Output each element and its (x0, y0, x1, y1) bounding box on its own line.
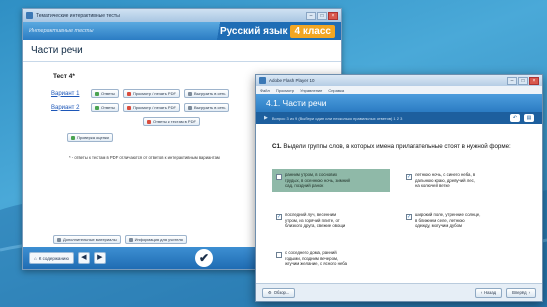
menu-control[interactable]: Управление (300, 88, 322, 93)
checkbox[interactable]: ✓ (406, 214, 412, 220)
export-icon (187, 105, 192, 110)
app-icon (26, 12, 33, 19)
app-banner: Интерактивные тесты Русский язык 4 класс (23, 22, 341, 40)
option-text: широкий поле, утренние солнце, в ближнем… (415, 212, 481, 229)
menu-help[interactable]: Справка (328, 88, 344, 93)
export-icon (187, 91, 192, 96)
title-bar: Тематические интерактивные тесты – □ × (23, 9, 341, 22)
window-title: Тематические интерактивные тесты (36, 12, 120, 19)
checkbox[interactable] (276, 174, 282, 180)
pdf-icon (126, 91, 131, 96)
chevron-left-icon: ‹ (480, 290, 483, 295)
option-text: последний луч, весенним утром, из горячи… (285, 212, 346, 229)
menu-view[interactable]: Просмотр (276, 88, 294, 93)
info-icon (128, 237, 133, 242)
close-button[interactable]: × (328, 11, 338, 20)
app-icon (259, 77, 266, 84)
folder-icon (57, 237, 61, 242)
menu-bar: Файл Просмотр Управление Справка (256, 86, 542, 94)
home-icon: ⌂ (34, 255, 37, 261)
option-text: летнюю ночь, с синего неба, в дальнюю кр… (415, 172, 476, 189)
maximize-button[interactable]: □ (518, 76, 528, 85)
question-progress: Вопрос 3 из 9 (Выбери один или несколько… (271, 115, 403, 121)
pdf-icon (126, 105, 131, 110)
subject-title: Русский язык (219, 25, 288, 37)
export-button[interactable]: Выгрузить в сеть (183, 103, 230, 112)
answers-button[interactable]: Ответы (91, 89, 119, 98)
contents-button[interactable]: ⌂ К содержанию (29, 252, 74, 264)
maximize-button[interactable]: □ (317, 11, 327, 20)
close-button[interactable]: × (529, 76, 539, 85)
minimize-button[interactable]: – (306, 11, 316, 20)
section-title: 4.1. Части речи (256, 94, 542, 112)
flash-player-window: Adobe Flash Player 10 – □ × Файл Просмот… (255, 74, 543, 302)
teacher-info-button[interactable]: Информация для учителя (124, 235, 187, 244)
gear-icon: ⚙ (268, 290, 272, 295)
checkbox[interactable] (276, 252, 282, 258)
answer-option[interactable]: с соседнего дома, ранний годыми, поздним… (272, 247, 396, 270)
check-icon (71, 135, 75, 140)
check-grade-button[interactable]: Проверка оценки (67, 133, 113, 142)
variant-link[interactable]: Вариант 1 (51, 91, 87, 97)
answer-option[interactable]: ✓ последний луч, весенним утром, из горя… (272, 209, 396, 232)
banner-caption: Интерактивные тесты (29, 28, 94, 34)
next-button[interactable]: Вперёд › (506, 287, 536, 298)
next-arrow-icon[interactable]: ▶ (93, 252, 106, 264)
arrow-right-icon: ▶ (264, 115, 268, 121)
extra-materials-button[interactable]: Дополнительные материалы (53, 235, 121, 244)
chevron-right-icon: › (528, 290, 530, 295)
answer-option[interactable]: ранним утром, в соснових грудых, в осенн… (272, 169, 390, 192)
variant-row: Вариант 2 Ответы Просмотр / печать PDF В… (51, 103, 230, 112)
answer-option[interactable]: ✓ широкий поле, утренние солнце, в ближн… (402, 209, 532, 232)
question-text: С1. Выдели группы слов, в которых имена … (272, 143, 528, 151)
back-icon[interactable]: ↶ (510, 114, 520, 122)
overview-button[interactable]: ⚙ Обзор... (262, 287, 296, 298)
prev-arrow-icon[interactable]: ◀ (77, 252, 90, 264)
answer-option[interactable]: ✓ летнюю ночь, с синего неба, в дальнюю … (402, 169, 532, 192)
title-bar: Adobe Flash Player 10 – □ × (256, 75, 542, 86)
print-pdf-button[interactable]: Просмотр / печать PDF (122, 103, 180, 112)
answers-pdf-button[interactable]: Ответы к тестам в PDF (143, 117, 200, 126)
variant-row: Вариант 1 Ответы Просмотр / печать PDF В… (51, 89, 230, 98)
export-button[interactable]: Выгрузить в сеть (183, 89, 230, 98)
checkbox[interactable]: ✓ (406, 174, 412, 180)
page-title: Части речи (31, 45, 83, 56)
option-text: ранним утром, в соснових грудых, в осенн… (285, 172, 350, 189)
checkbox[interactable]: ✓ (276, 214, 282, 220)
app-logo-icon: ✔ (195, 249, 213, 267)
question-body: Выдели группы слов, в которых имена прил… (283, 143, 511, 150)
variant-link[interactable]: Вариант 2 (51, 105, 87, 111)
question-toolbar: ▶ Вопрос 3 из 9 (Выбери один или несколь… (256, 112, 542, 124)
option-text: с соседнего дома, ранний годыми, поздним… (285, 250, 348, 267)
check-icon (95, 91, 99, 96)
prev-button[interactable]: ‹ Назад (474, 287, 503, 298)
footnote: * - ответы к тестам в PDF отличаются от … (69, 155, 220, 160)
print-pdf-button[interactable]: Просмотр / печать PDF (122, 89, 180, 98)
answers-button[interactable]: Ответы (91, 103, 119, 112)
menu-file[interactable]: Файл (260, 88, 270, 93)
test-title: Тест 4* (53, 73, 75, 80)
minimize-button[interactable]: – (507, 76, 517, 85)
check-icon (95, 105, 99, 110)
grade-badge: 4 класс (290, 24, 335, 38)
player-footer: ⚙ Обзор... ‹ Назад Вперёд › (256, 283, 542, 301)
pdf-icon (147, 119, 151, 124)
print-icon[interactable]: ▤ (524, 114, 534, 122)
window-title: Adobe Flash Player 10 (269, 78, 315, 83)
question-id: С1. (272, 143, 282, 150)
